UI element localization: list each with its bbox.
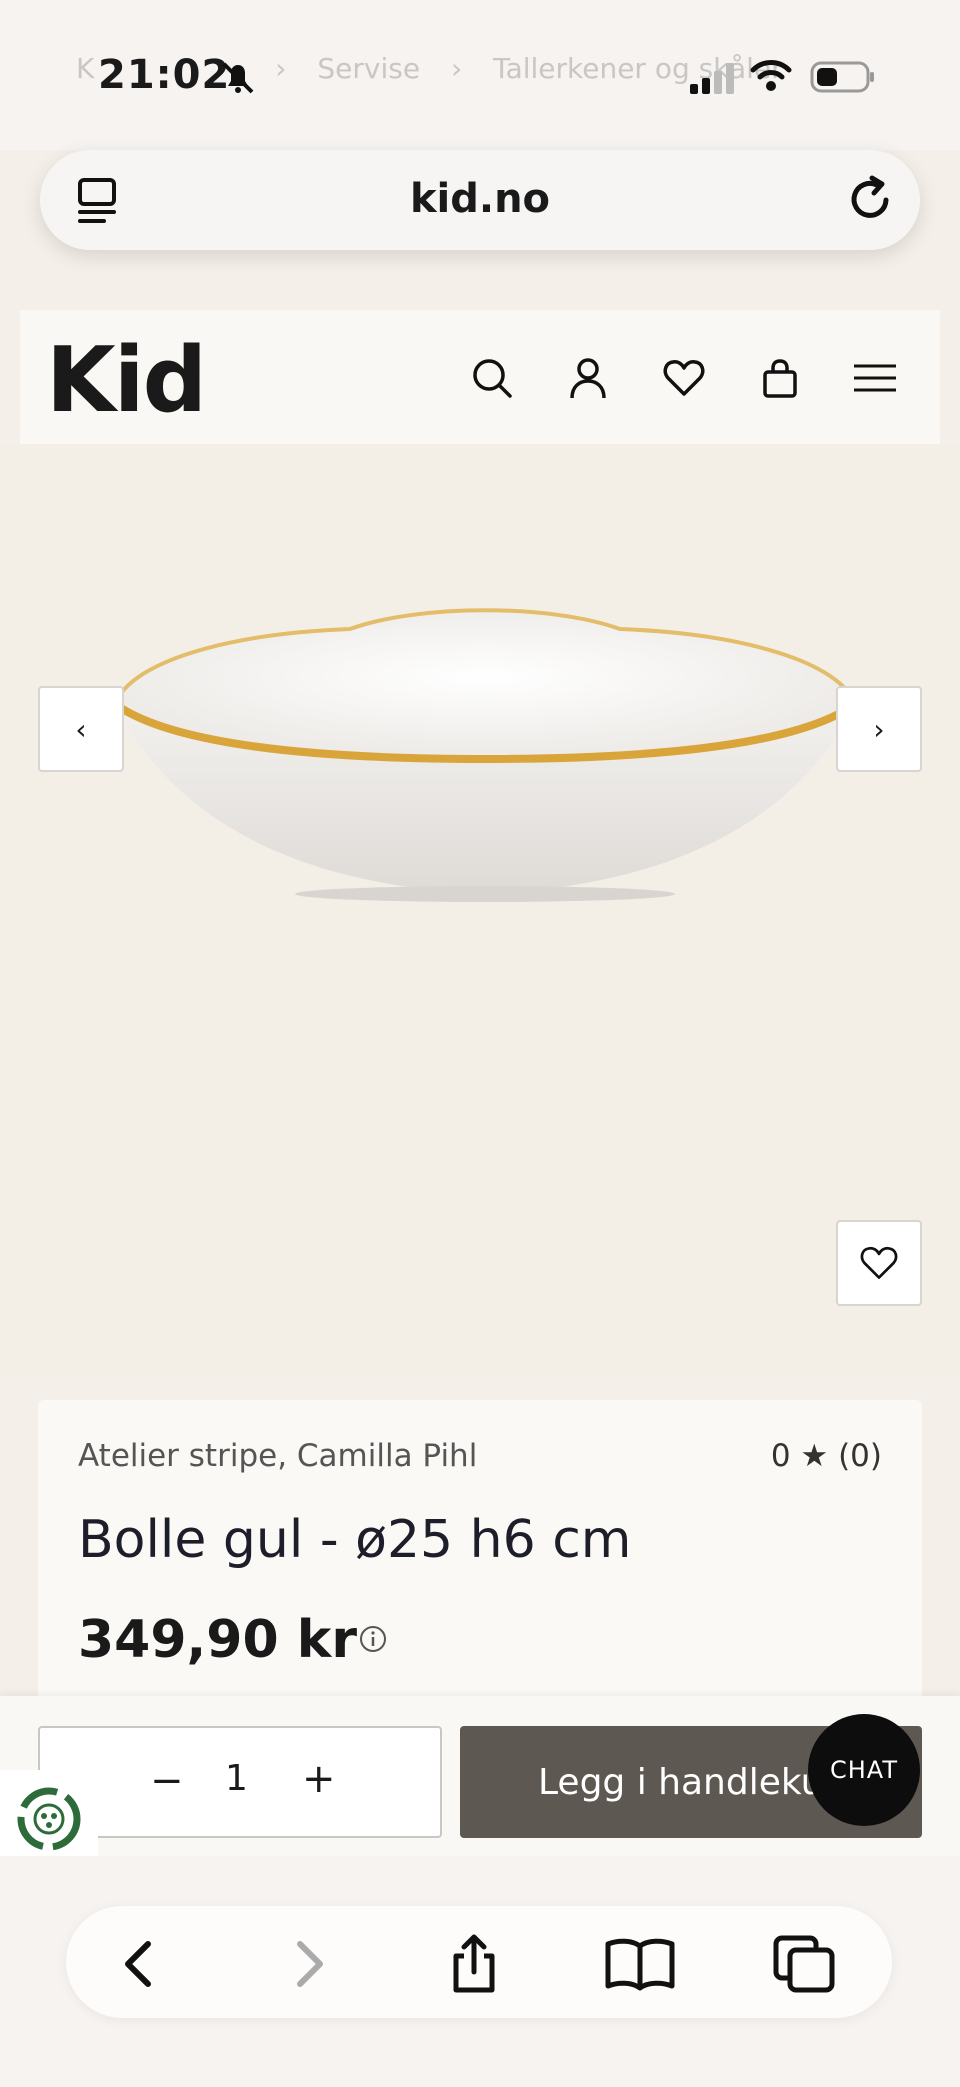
reload-icon[interactable] xyxy=(844,174,896,226)
menu-icon[interactable] xyxy=(852,356,898,400)
gallery-next-button[interactable]: › xyxy=(836,686,922,772)
shopping-bag-icon[interactable] xyxy=(758,356,802,400)
heart-icon xyxy=(860,1246,898,1279)
bookmarks-icon[interactable] xyxy=(604,1934,676,1994)
breadcrumb-separator: › xyxy=(275,52,287,85)
recycling-badge[interactable] xyxy=(0,1770,98,1868)
search-icon[interactable] xyxy=(470,356,514,400)
silent-bell-icon xyxy=(222,62,254,94)
heart-icon[interactable] xyxy=(662,356,706,400)
chat-button[interactable]: CHAT xyxy=(808,1714,920,1826)
site-header: Kid xyxy=(20,310,940,444)
back-icon[interactable] xyxy=(110,1934,170,1994)
decrease-quantity-button[interactable]: − xyxy=(150,1758,184,1804)
product-gallery[interactable]: ‹ › xyxy=(0,444,960,1374)
wifi-icon xyxy=(750,60,792,91)
browser-toolbar xyxy=(66,1906,892,2018)
product-info-card: Atelier stripe, Camilla Pihl 0 ★ (0) Bol… xyxy=(38,1400,922,1700)
recycle-icon xyxy=(17,1787,81,1851)
quantity-stepper: − 1 + xyxy=(38,1726,442,1838)
breadcrumb-item[interactable]: Servise xyxy=(317,52,420,85)
product-title: Bolle gul - ø25 h6 cm xyxy=(78,1510,632,1570)
clock: 21:02 xyxy=(98,52,231,98)
breadcrumb-item[interactable]: Tallerkener og skåler xyxy=(493,52,783,85)
info-icon[interactable] xyxy=(358,1624,388,1654)
breadcrumb-separator: › xyxy=(450,52,463,85)
product-rating[interactable]: 0 ★ (0) xyxy=(771,1438,882,1474)
product-price: 349,90 kr xyxy=(78,1610,357,1670)
product-image[interactable] xyxy=(100,594,870,904)
status-bar: K › Servise › Tallerkener og skåler 21:0… xyxy=(0,0,960,150)
forward-icon[interactable] xyxy=(278,1934,338,1994)
quantity-value[interactable]: 1 xyxy=(225,1758,248,1799)
product-brand[interactable]: Atelier stripe, Camilla Pihl xyxy=(78,1438,477,1474)
battery-icon xyxy=(810,61,874,93)
tabs-icon[interactable] xyxy=(772,1934,838,1994)
share-icon[interactable] xyxy=(444,1934,504,1994)
add-to-wishlist-button[interactable] xyxy=(836,1220,922,1306)
increase-quantity-button[interactable]: + xyxy=(302,1756,336,1802)
chat-label: CHAT xyxy=(829,1756,899,1784)
address-bar[interactable]: kid.no xyxy=(40,150,920,250)
breadcrumb-item[interactable]: K xyxy=(76,52,94,85)
gallery-prev-button[interactable]: ‹ xyxy=(38,686,124,772)
site-logo[interactable]: Kid xyxy=(46,328,207,433)
user-icon[interactable] xyxy=(566,356,610,400)
chevron-right-icon: › xyxy=(873,712,885,746)
chevron-left-icon: ‹ xyxy=(75,712,87,746)
url-text[interactable]: kid.no xyxy=(40,176,920,222)
cellular-signal-icon xyxy=(690,63,734,94)
